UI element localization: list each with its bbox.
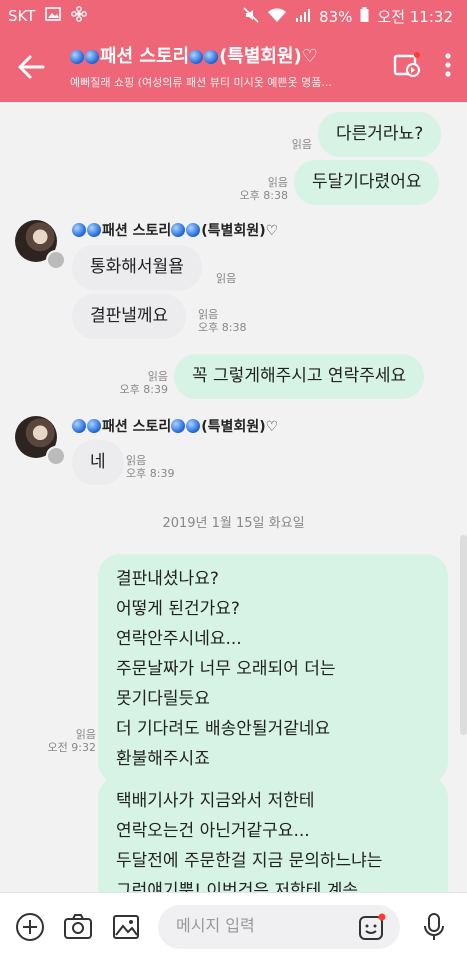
pinwheel-notification-icon [71, 6, 88, 26]
sender-name: 패션 스토리 (특별회원)♡ [72, 416, 278, 436]
message-input[interactable] [174, 915, 358, 936]
chat-subtitle: 예뻐질래 쇼핑 (여성의류 패션 뷰티 미시옷 예쁜옷 명품... [70, 76, 332, 89]
microphone-icon[interactable] [418, 911, 450, 943]
message-list[interactable]: 읽음 다른거라뇨? 읽음 오후 8:38 두달기다렸어요 패션 스토리 (특별회원)… [0, 102, 467, 892]
date-divider: 2019년 1월 15일 화요일 [162, 516, 305, 531]
battery-icon [360, 7, 369, 26]
sender-name: 패션 스토리 (특별회원)♡ [72, 220, 278, 240]
battery-level: 83% [319, 7, 353, 26]
image-icon[interactable] [110, 911, 142, 943]
media-gallery-icon[interactable] [393, 52, 421, 82]
camera-icon[interactable] [62, 911, 94, 943]
incoming-message[interactable]: 결판낼께요 [72, 294, 187, 339]
emoticon-icon[interactable] [358, 913, 386, 945]
outgoing-message[interactable]: 꼭 그렇게해주시고 연락주세요 [174, 354, 425, 399]
scrollbar[interactable] [460, 535, 467, 735]
outgoing-message[interactable]: 두달기다렸어요 [294, 160, 440, 205]
message-input-box[interactable] [158, 905, 400, 949]
message-meta: 읽음 오전 9:32 [47, 728, 96, 754]
read-receipt: 읽음 [216, 272, 237, 285]
read-receipt: 읽음 [291, 138, 312, 151]
signal-icon [295, 8, 311, 26]
wifi-icon [267, 7, 287, 27]
blue-circle-emoji [70, 50, 84, 64]
blue-circle-emoji [189, 50, 204, 64]
outgoing-message[interactable]: 결판내셨나요? 어떻게 된건가요? 연락안주시네요... 주문날짜가 너무 오래… [98, 554, 448, 784]
blue-circle-emoji [85, 50, 99, 64]
clock: 오전 11:32 [377, 8, 453, 26]
input-bar [0, 892, 467, 961]
carrier-label: SKT [8, 7, 36, 25]
message-meta: 읽음 오후 8:39 [126, 454, 175, 480]
blue-circle-emoji [204, 50, 219, 64]
chat-header: 패션 스토리 (특별회원)♡ 예뻐질래 쇼핑 (여성의류 패션 뷰티 미시옷 예쁜… [0, 30, 467, 102]
message-meta: 읽음 오후 8:38 [239, 176, 288, 202]
outgoing-message[interactable]: 택배기사가 지금와서 저한테 연락오는건 아닌거같구요... 두달전에 주문한걸… [98, 776, 448, 892]
status-bar: SKT 83% 오전 11:32 [0, 0, 467, 30]
chat-title[interactable]: 패션 스토리 (특별회원)♡ [70, 42, 380, 68]
incoming-message[interactable]: 네 [72, 440, 124, 485]
message-meta: 읽음 오후 8:38 [198, 308, 247, 334]
more-options-icon[interactable] [445, 53, 451, 81]
add-plus-icon[interactable] [14, 911, 46, 943]
gallery-notification-icon [45, 7, 62, 25]
outgoing-message[interactable]: 다른거라뇨? [318, 112, 442, 157]
crown-badge-icon [46, 250, 66, 270]
back-arrow-icon[interactable] [14, 50, 48, 84]
message-meta: 읽음 오후 8:39 [119, 370, 168, 396]
incoming-message[interactable]: 통화해서월욜 [72, 245, 202, 290]
crown-badge-icon [46, 446, 66, 466]
mute-icon [243, 6, 259, 27]
